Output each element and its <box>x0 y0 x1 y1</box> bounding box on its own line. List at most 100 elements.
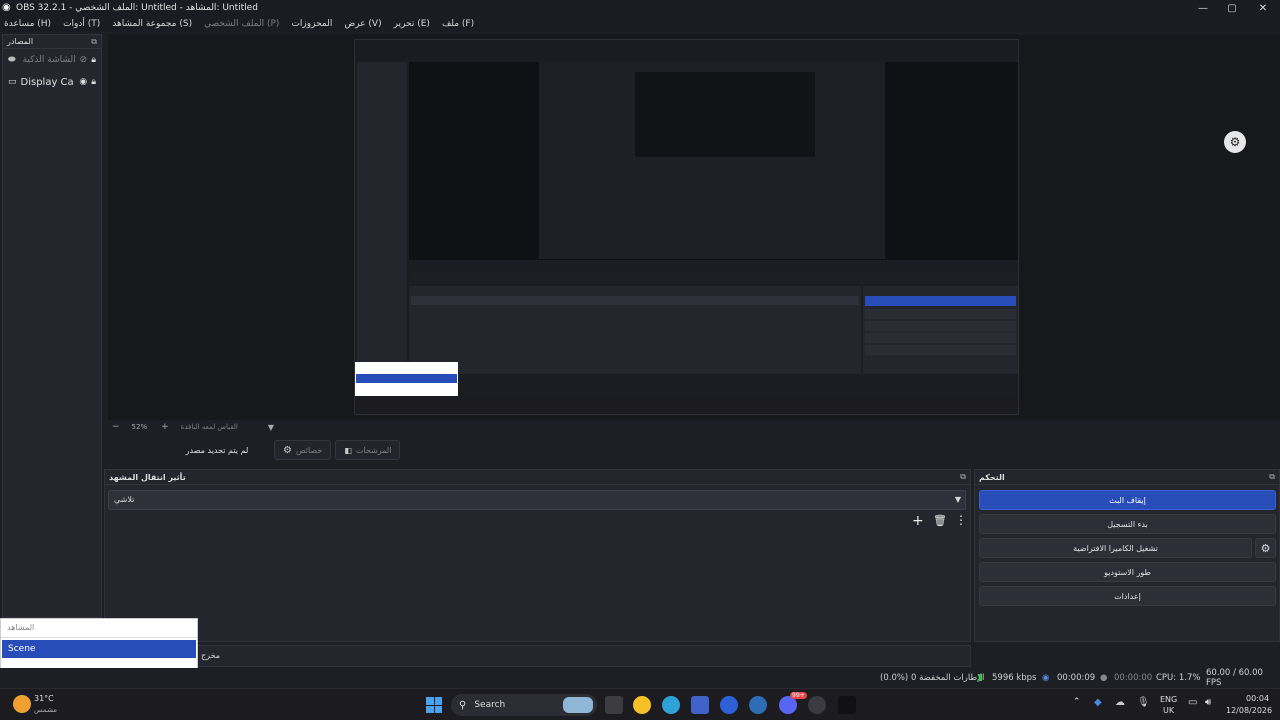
record-icon: ● <box>1100 673 1108 683</box>
tiktok-icon[interactable] <box>838 696 856 714</box>
scene-item[interactable]: Scene <box>2 640 196 658</box>
add-transition-button[interactable]: + <box>912 513 924 529</box>
scenes-title: المشاهد <box>1 619 197 638</box>
filters-button[interactable]: ◧ المرشحات <box>335 440 401 460</box>
settings-button[interactable]: إعدادات <box>979 586 1276 606</box>
windows-start-icon[interactable] <box>426 697 442 713</box>
exit-label[interactable]: مخرج <box>201 651 220 660</box>
hidden-eye-icon[interactable]: ⊘ <box>80 55 88 65</box>
taskbar: 31°C مشمس ⚲ Search 99+ ⌃ ◆ ☁ 🎙︎ ENG UK ▭… <box>0 688 1280 720</box>
lock-icon[interactable]: 🔒︎ <box>91 55 96 65</box>
cpu-usage: CPU: 1.7% <box>1156 673 1201 683</box>
chevron-down-icon: ▼ <box>954 495 961 504</box>
store-icon[interactable] <box>691 696 709 714</box>
clock-date[interactable]: 12/08/2026 <box>1226 706 1272 715</box>
weather-icon[interactable] <box>13 695 31 713</box>
lock-icon[interactable]: 🔒︎ <box>91 77 96 87</box>
controls-title: التحكم <box>979 472 1005 482</box>
chevron-up-icon[interactable]: ⌃ <box>1073 697 1081 707</box>
source-toolbar: لم يتم تحديد مصدر ⚙ خصائص ◧ المرشحات <box>108 436 1280 464</box>
search-box[interactable]: ⚲ Search <box>451 694 597 716</box>
eye-icon[interactable]: ◉ <box>79 77 87 87</box>
maximize-button[interactable]: ▢ <box>1215 0 1249 16</box>
start-recording-button[interactable]: بدء التسجيل <box>979 514 1276 534</box>
notification-badge: 99+ <box>790 692 807 699</box>
search-placeholder: Search <box>474 700 506 710</box>
close-button[interactable]: ✕ <box>1246 0 1280 16</box>
fps: 60.00 / 60.00 FPS <box>1206 668 1263 688</box>
controls-dock: التحكم ⧉ إيقاف البث بدء التسجيل تشغيل ال… <box>974 469 1280 642</box>
obs-taskbar-icon[interactable] <box>808 696 826 714</box>
ea-icon[interactable] <box>720 696 738 714</box>
tray-app-icon[interactable]: ◆ <box>1094 697 1102 708</box>
volume-icon[interactable]: 🔊︎ <box>1205 697 1211 708</box>
source-label: Display Ca <box>20 76 74 88</box>
stream-icon: ◉ <box>1042 673 1050 683</box>
obs-logo-icon: ◉ <box>2 2 11 13</box>
virtual-camera-settings-button[interactable]: ⚙ <box>1255 538 1276 558</box>
zoom-dropdown-icon[interactable]: ▼ <box>268 423 274 432</box>
bitrate: 5996 kbps <box>992 673 1037 683</box>
studio-mode-button[interactable]: طور الاستوديو <box>979 562 1276 582</box>
gear-icon: ⚙ <box>283 444 292 456</box>
record-time: 00:00:00 <box>1114 673 1153 683</box>
language-bottom[interactable]: UK <box>1163 706 1174 715</box>
menu-item[interactable]: عرض (V) <box>344 16 381 32</box>
clock-time[interactable]: 00:04 <box>1246 694 1269 703</box>
source-label: الشاشة الذكية <box>22 55 76 65</box>
source-item[interactable]: ▭ Display Ca ◉ 🔒︎ <box>3 71 101 93</box>
language-top[interactable]: ENG <box>1160 695 1177 704</box>
zoom-in-button[interactable]: + <box>161 422 169 432</box>
menu-bar: ملف (F) تحرير (E) عرض (V) المحزوزات الملف ال… <box>0 16 1280 32</box>
dropped-frames: الإطارات المخفضة 0 (%0.0) <box>880 673 985 683</box>
status-bar: الإطارات المخفضة 0 (%0.0) ▮ 5996 kbps ◉ … <box>0 668 1280 688</box>
game-controller-icon: ⬬ <box>8 55 16 65</box>
window-title: OBS 32.2.1 - الملف الشخصي: Untitled - ال… <box>16 3 258 13</box>
start-virtual-camera-button[interactable]: تشغيل الكاميرا الافتراضية <box>979 538 1252 558</box>
zoom-out-button[interactable]: − <box>112 422 120 432</box>
zoom-bar: − 52% + القياس لمعه النافذة ▼ <box>108 420 1280 434</box>
properties-button[interactable]: ⚙ خصائص <box>274 440 332 460</box>
menu-item[interactable]: الملف الشخصي (P) <box>204 16 279 32</box>
filter-icon: ◧ <box>344 445 352 455</box>
nested-preview-capture <box>354 39 1019 415</box>
menu-item[interactable]: أدوات (T) <box>63 16 100 32</box>
bottom-dock-strip: مخرج <box>104 645 971 667</box>
undock-icon[interactable]: ⧉ <box>1269 472 1275 482</box>
task-view-icon[interactable] <box>605 696 623 714</box>
chrome-icon[interactable] <box>633 696 651 714</box>
steam-taskbar-icon[interactable] <box>749 696 767 714</box>
sources-dock: المصادر ⧉ ⬬ الشاشة الذكية ⊘ 🔒︎ ▭ Display… <box>2 34 102 618</box>
source-item[interactable]: ⬬ الشاشة الذكية ⊘ 🔒︎ <box>3 49 101 71</box>
edge-icon[interactable] <box>662 696 680 714</box>
signal-icon: ▮ <box>978 673 983 683</box>
transition-selected: تلاشي <box>114 495 135 504</box>
trash-icon[interactable]: 🗑︎ <box>933 514 947 527</box>
undock-icon[interactable]: ⧉ <box>960 472 966 482</box>
zoom-mode: القياس لمعه النافذة <box>180 423 238 431</box>
more-options-icon[interactable]: ⋮ <box>955 513 967 527</box>
menu-item[interactable]: مساعدة (H) <box>4 16 51 32</box>
steam-icon: ⚙ <box>1224 131 1246 153</box>
menu-item[interactable]: تحرير (E) <box>394 16 430 32</box>
no-source-label: لم يتم تحديد مصدر <box>185 445 249 455</box>
title-bar: ◉ OBS 32.2.1 - الملف الشخصي: Untitled - … <box>0 0 1280 16</box>
search-icon: ⚲ <box>459 699 467 711</box>
sources-title: المصادر <box>7 37 34 46</box>
monitor-icon: ▭ <box>8 77 17 87</box>
stop-streaming-button[interactable]: إيقاف البث <box>979 490 1276 510</box>
microphone-icon[interactable]: 🎙︎ <box>1137 697 1150 708</box>
stream-time: 00:00:09 <box>1057 673 1096 683</box>
transition-select[interactable]: تلاشي ▼ <box>108 490 966 510</box>
transitions-title: تأثير انتقال المشهد <box>109 472 186 482</box>
menu-item[interactable]: المحزوزات <box>291 16 332 32</box>
search-highlight-icon <box>563 697 593 713</box>
network-icon[interactable]: ▭ <box>1188 697 1197 708</box>
weather-temp: 31°C <box>34 694 54 703</box>
weather-desc: مشمس <box>34 706 57 714</box>
tray-cloud-icon[interactable]: ☁ <box>1115 697 1125 708</box>
undock-icon[interactable]: ⧉ <box>91 37 97 47</box>
zoom-value: 52% <box>131 423 148 431</box>
menu-item[interactable]: ملف (F) <box>442 16 474 32</box>
menu-item[interactable]: مجموعة المشاهد (S) <box>112 16 192 32</box>
